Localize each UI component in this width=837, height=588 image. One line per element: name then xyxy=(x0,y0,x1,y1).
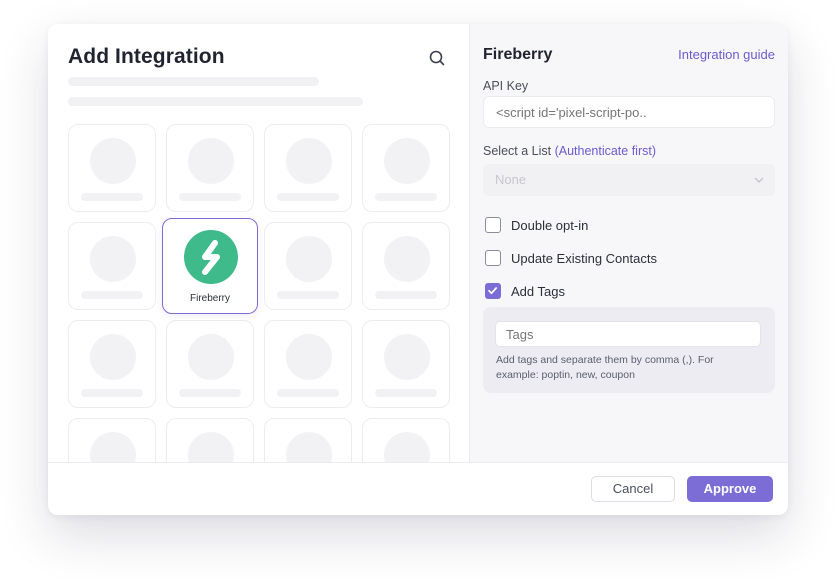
integration-tile-placeholder xyxy=(362,320,450,408)
integration-tile-placeholder xyxy=(68,418,156,462)
chevron-down-icon xyxy=(754,177,764,183)
integration-tile-placeholder xyxy=(264,222,352,310)
integration-tile-fireberry[interactable]: Fireberry xyxy=(162,218,258,314)
add-integration-modal: Add Integration Fireberry Fireberry Inte… xyxy=(48,24,788,515)
integration-guide-link[interactable]: Integration guide xyxy=(678,47,775,62)
double-opt-in-checkbox[interactable]: Double opt-in xyxy=(485,216,588,234)
integration-tile-placeholder xyxy=(68,320,156,408)
integration-tile-placeholder xyxy=(362,418,450,462)
tags-help-text: Add tags and separate them by comma (,).… xyxy=(496,354,714,381)
checkbox-label: Update Existing Contacts xyxy=(511,250,657,266)
select-list-label-text: Select a List xyxy=(483,144,552,158)
modal-footer: Cancel Approve xyxy=(48,462,788,515)
skeleton-line xyxy=(68,77,319,86)
select-list-label-note: (Authenticate first) xyxy=(554,144,657,158)
integration-tile-label: Fireberry xyxy=(189,293,230,304)
checkbox-box[interactable] xyxy=(485,217,501,233)
integration-grid: Fireberry xyxy=(68,124,458,462)
tags-panel: Add tags and separate them by comma (,).… xyxy=(483,307,775,393)
api-key-input[interactable] xyxy=(483,96,775,128)
checkbox-label: Double opt-in xyxy=(511,217,589,233)
integration-tile-placeholder xyxy=(68,222,156,310)
integration-tile-placeholder xyxy=(166,418,254,462)
tags-input[interactable] xyxy=(495,321,761,347)
modal-title: Add Integration xyxy=(68,45,225,68)
integration-tile-placeholder xyxy=(264,418,352,462)
checkmark-icon xyxy=(488,287,498,295)
fireberry-logo-icon xyxy=(184,230,238,284)
list-select-value: None xyxy=(495,172,527,187)
search-icon[interactable] xyxy=(426,47,448,69)
checkbox-box[interactable] xyxy=(485,250,501,266)
checkbox-label: Add Tags xyxy=(511,283,565,299)
integration-tile-placeholder xyxy=(362,124,450,212)
update-existing-contacts-checkbox[interactable]: Update Existing Contacts xyxy=(485,249,657,267)
integration-title: Fireberry xyxy=(483,46,553,63)
integration-tile-placeholder xyxy=(264,320,352,408)
integration-settings-pane: Fireberry Integration guide API Key Sele… xyxy=(469,24,788,462)
skeleton-line xyxy=(68,97,363,106)
checkbox-box[interactable] xyxy=(485,283,501,299)
integration-tile-placeholder xyxy=(166,124,254,212)
integration-tile-placeholder xyxy=(362,222,450,310)
integration-tile-placeholder xyxy=(166,320,254,408)
cancel-button[interactable]: Cancel xyxy=(591,476,675,502)
integration-tile-placeholder xyxy=(264,124,352,212)
add-tags-checkbox[interactable]: Add Tags xyxy=(485,282,565,300)
api-key-label: API Key xyxy=(483,79,529,93)
integration-picker-pane: Add Integration Fireberry xyxy=(48,24,469,462)
integration-tile-placeholder xyxy=(68,124,156,212)
list-select[interactable]: None xyxy=(483,164,775,196)
select-list-label: Select a List (Authenticate first) xyxy=(483,144,656,158)
approve-button[interactable]: Approve xyxy=(687,476,773,502)
